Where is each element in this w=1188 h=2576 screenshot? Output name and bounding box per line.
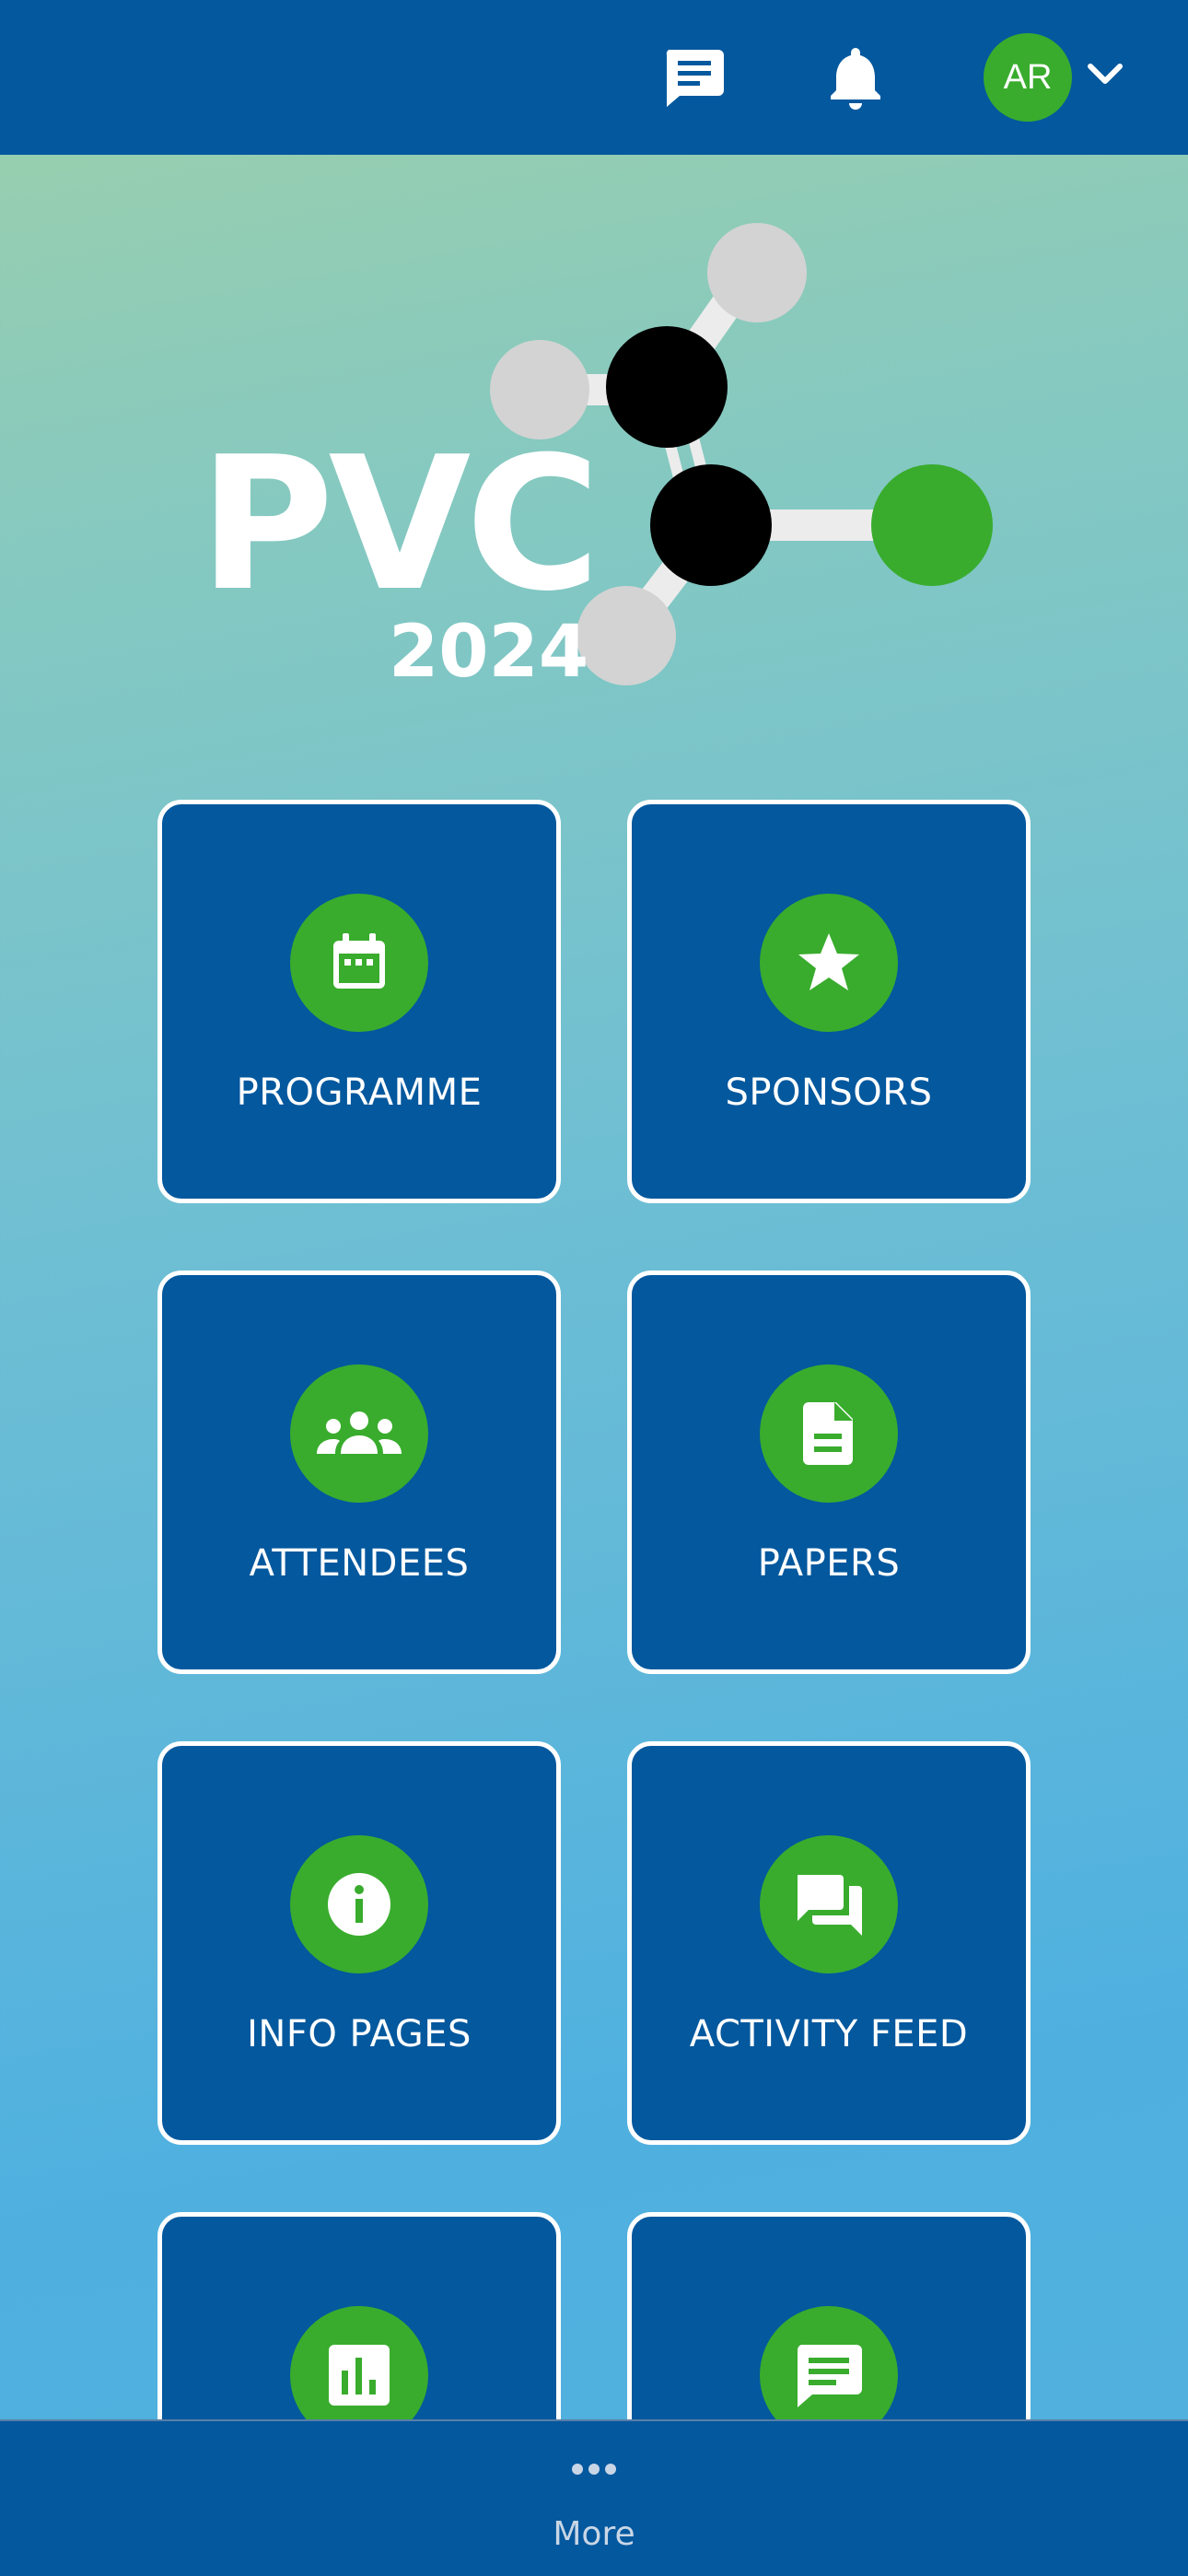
tile-label: PAPERS bbox=[757, 1542, 901, 1585]
logo-title: PVC bbox=[199, 417, 600, 632]
chat-icon[interactable] bbox=[661, 46, 726, 109]
logo-year: 2024 bbox=[389, 611, 589, 694]
tile-label: ATTENDEES bbox=[249, 1542, 470, 1585]
star-icon bbox=[760, 894, 898, 1032]
tile-attendees[interactable]: ATTENDEES bbox=[157, 1270, 561, 1674]
tile-programme[interactable]: PROGRAMME bbox=[157, 800, 561, 1203]
avatar[interactable]: AR bbox=[984, 33, 1072, 122]
people-icon bbox=[290, 1364, 428, 1503]
tile-activity-feed[interactable]: ACTIVITY FEED bbox=[627, 1741, 1031, 2145]
more-label[interactable]: More bbox=[0, 2515, 1188, 2553]
tile-sponsors[interactable]: SPONSORS bbox=[627, 800, 1031, 1203]
info-icon bbox=[290, 1835, 428, 1973]
chevron-down-icon[interactable] bbox=[1087, 61, 1124, 91]
more-icon[interactable] bbox=[570, 2462, 618, 2481]
tile-label: ACTIVITY FEED bbox=[689, 2013, 969, 2055]
tile-label: SPONSORS bbox=[725, 1071, 933, 1114]
tile-label: PROGRAMME bbox=[236, 1071, 483, 1114]
event-logo: PVC 2024 bbox=[184, 212, 1013, 709]
tile-label: INFO PAGES bbox=[247, 2013, 472, 2055]
bell-icon[interactable] bbox=[827, 44, 884, 111]
tile-info-pages[interactable]: INFO PAGES bbox=[157, 1741, 561, 2145]
tile-papers[interactable]: PAPERS bbox=[627, 1270, 1031, 1674]
forum-icon bbox=[760, 1835, 898, 1973]
document-icon bbox=[760, 1364, 898, 1503]
calendar-icon bbox=[290, 894, 428, 1032]
